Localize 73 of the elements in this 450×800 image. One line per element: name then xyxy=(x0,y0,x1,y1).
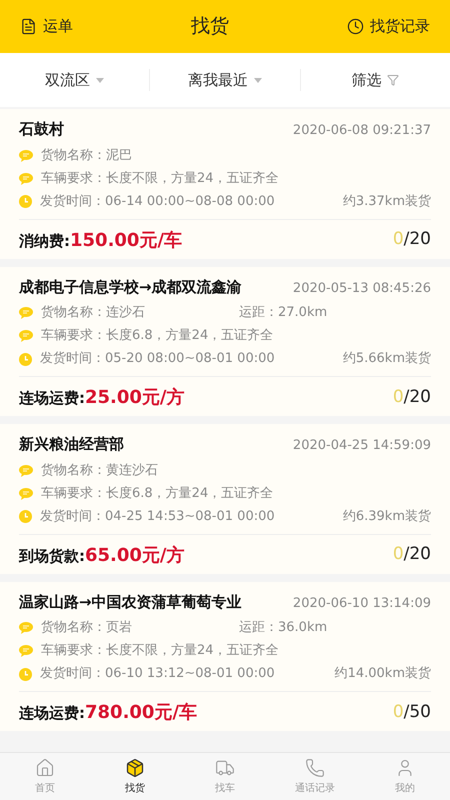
ship-time: 发货时间：06-14 00:00~08-08 00:00 xyxy=(40,192,275,211)
total-count: /20 xyxy=(404,386,431,409)
caret-icon xyxy=(96,78,104,82)
vehicle-requirement: 车辆要求：长度6.8，方量24，五证齐全 xyxy=(41,327,274,346)
pickup-distance: 约5.66km装货 xyxy=(342,350,431,368)
chat-icon xyxy=(19,330,33,342)
ship-time: 发货时间：06-10 13:12~08-01 00:00 xyxy=(40,665,275,684)
waybill-button[interactable]: 运单 xyxy=(20,15,73,38)
vehicle-requirement: 车辆要求：长度不限，方量24，五证齐全 xyxy=(41,642,279,660)
cargo-card[interactable]: 成都电子信息学校→成都双流鑫渝 2020-05-13 08:45:26 货物名称：连沙石 运距：27.0km 车辆要求：长度6.8，方量24，五证齐全 发货时间：05-20 08:00~08-01 00:00 约5.66km装货 连场运费:25.00元/方 0/20 xyxy=(0,266,450,416)
goods-name: 货物名称：黄连沙石 xyxy=(41,462,159,480)
pickup-distance: 约14.00km装货 xyxy=(334,665,431,684)
total-count: /20 xyxy=(404,228,431,252)
pickup-distance: 约3.37km装货 xyxy=(342,192,431,211)
filter-dropdown[interactable]: 筛选 xyxy=(351,68,400,92)
cargo-card[interactable]: 新兴粮油经营部 2020-04-25 14:59:09 货物名称：黄连沙石 车辆要求：长度6.8，方量24，五证齐全 发货时间：04-25 14:53~08-01 00:00 约6.39km装货 到场货款:65.00元/方 0/20 xyxy=(0,424,450,574)
total-count: /20 xyxy=(404,543,431,566)
home-icon xyxy=(35,758,55,778)
price-value: 65.00元/方 xyxy=(85,544,185,568)
chat-icon xyxy=(19,150,33,162)
distance-text: 运距：36.0km xyxy=(239,619,328,638)
taken-count: 0 xyxy=(392,386,404,409)
box-icon xyxy=(125,758,145,778)
chat-icon xyxy=(19,488,33,500)
vehicle-requirement: 车辆要求：长度不限，方量24，五证齐全 xyxy=(41,170,279,188)
chat-icon xyxy=(19,464,33,476)
price-value: 780.00元/车 xyxy=(85,701,198,725)
price-label: 连场运费: xyxy=(19,388,85,409)
goods-name: 货物名称：连沙石 xyxy=(41,304,146,322)
history-button[interactable]: 找货记录 xyxy=(347,15,430,38)
ship-time: 发货时间：04-25 14:53~08-01 00:00 xyxy=(40,508,275,526)
chat-icon xyxy=(19,172,33,184)
price-value: 25.00元/方 xyxy=(85,386,185,410)
taken-count: 0 xyxy=(392,700,404,724)
price-label: 连场运费: xyxy=(19,703,85,724)
taken-count: 0 xyxy=(392,228,404,252)
caret-icon xyxy=(254,78,262,82)
cargo-title: 石鼓村 xyxy=(19,119,64,140)
chat-icon xyxy=(19,307,33,319)
nav-tab[interactable]: 找货 xyxy=(90,753,180,800)
post-time: 2020-05-13 08:45:26 xyxy=(292,280,431,298)
distance-text: 运距：27.0km xyxy=(239,304,328,322)
price-label: 消纳费: xyxy=(19,230,70,252)
chat-icon xyxy=(19,645,33,657)
clock-icon xyxy=(19,352,32,366)
cargo-title: 成都电子信息学校→成都双流鑫渝 xyxy=(19,276,242,298)
cargo-title: 温家山路→中国农资蒲草葡萄专业 xyxy=(19,592,242,612)
total-count: /50 xyxy=(404,700,431,724)
filter-dropdown[interactable]: 离我最近 xyxy=(188,68,262,92)
clock-icon xyxy=(19,668,32,680)
post-time: 2020-06-10 13:14:09 xyxy=(292,594,431,612)
clock-icon xyxy=(19,510,32,523)
pickup-distance: 约6.39km装货 xyxy=(342,508,431,526)
price-label: 到场货款: xyxy=(19,546,85,566)
phone-icon xyxy=(305,758,325,778)
ship-time: 发货时间：05-20 08:00~08-01 00:00 xyxy=(40,350,275,368)
goods-name: 货物名称：泥巴 xyxy=(41,146,133,165)
document-icon xyxy=(20,18,37,35)
post-time: 2020-06-08 09:21:37 xyxy=(292,122,431,140)
price-value: 150.00元/车 xyxy=(70,228,182,252)
cargo-card[interactable]: 石鼓村 2020-06-08 09:21:37 货物名称：泥巴 车辆要求：长度不限，方量24，五证齐全 发货时间：06-14 00:00~08-08 00:00 约3.37km装货 消纳费:150.00元/车 0/20 xyxy=(0,109,450,258)
chat-icon xyxy=(19,622,33,634)
filter-icon xyxy=(387,74,400,86)
cargo-title: 新兴粮油经营部 xyxy=(19,434,124,455)
post-time: 2020-04-25 14:59:09 xyxy=(292,437,431,455)
taken-count: 0 xyxy=(392,543,404,566)
page-title: 找货 xyxy=(191,14,229,40)
vehicle-requirement: 车辆要求：长度6.8，方量24，五证齐全 xyxy=(41,484,274,503)
clock-icon xyxy=(347,18,364,35)
cargo-card[interactable]: 温家山路→中国农资蒲草葡萄专业 2020-06-10 13:14:09 货物名称：页岩 运距：36.0km 车辆要求：长度不限，方量24，五证齐全 发货时间：06-10 13:12~08-01 00:00 约14.00km装货 连场运费:780.00元/车 0/50 xyxy=(0,582,450,731)
clock-icon xyxy=(19,195,32,208)
filter-dropdown[interactable]: 双流区 xyxy=(45,68,104,92)
goods-name: 货物名称：页岩 xyxy=(41,619,133,638)
